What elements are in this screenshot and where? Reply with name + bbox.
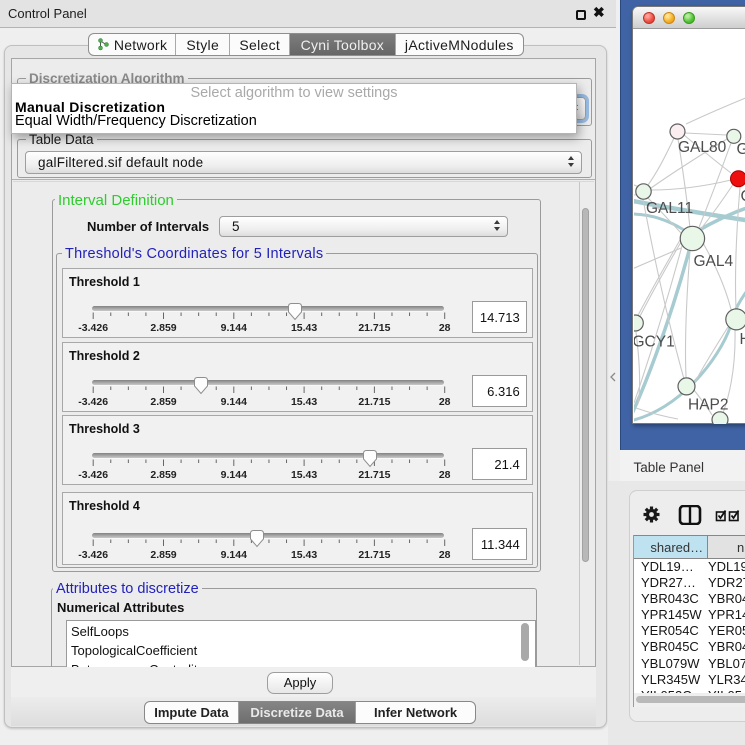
svg-text:GAL11: GAL11: [646, 200, 693, 217]
svg-text:GAL4: GAL4: [694, 253, 734, 270]
svg-text:GA: GA: [737, 141, 745, 158]
svg-text:GCY1: GCY1: [634, 334, 675, 351]
svg-text:HAP2: HAP2: [688, 397, 729, 414]
svg-text:CD: CD: [741, 188, 745, 205]
svg-text:HA: HA: [740, 331, 745, 348]
svg-text:GAL80: GAL80: [678, 139, 727, 156]
